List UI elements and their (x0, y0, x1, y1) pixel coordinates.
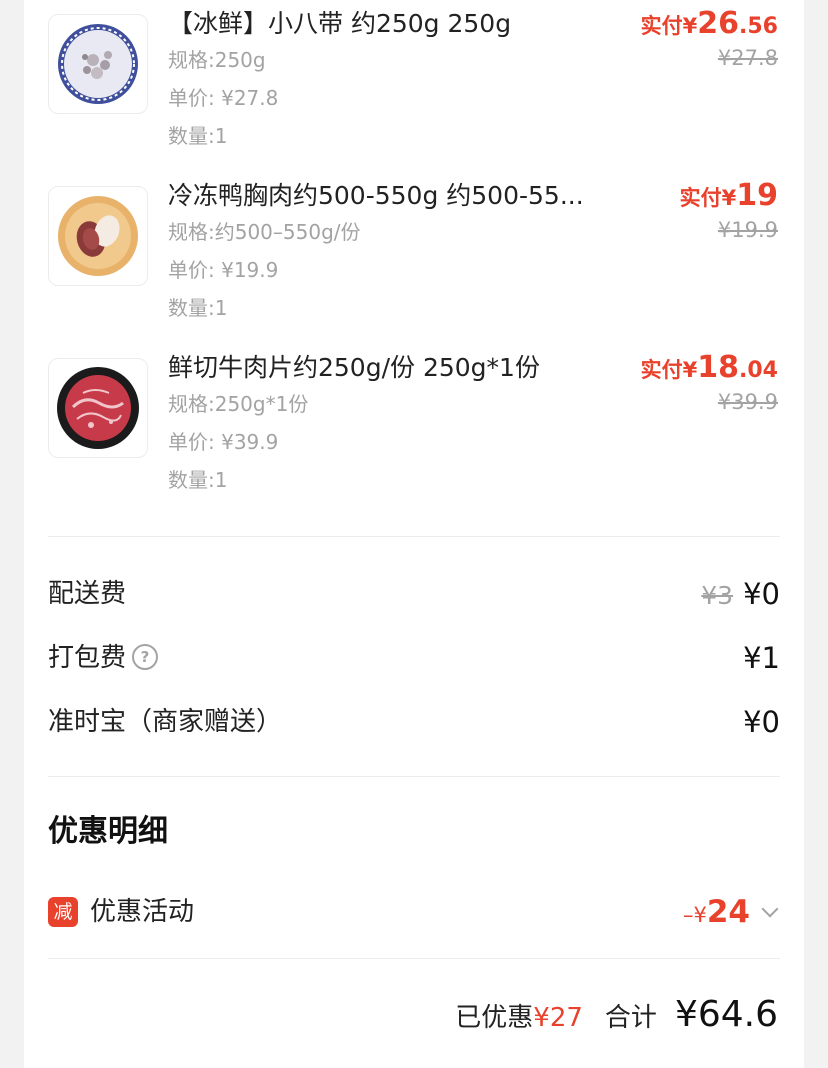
order-item[interactable]: 【冰鲜】小八带 约250g 250g 规格:250g 单价: ¥27.8 数量:… (24, 0, 804, 150)
saved-amount: ¥27 (533, 1003, 583, 1033)
section-divider (48, 958, 780, 959)
duck-breast-dish-icon (58, 196, 138, 276)
packaging-fee-label: 打包费 (48, 643, 127, 673)
delivery-fee-amount: ¥0 (743, 577, 780, 611)
product-spec: 规格:约500–550g/份 (168, 220, 361, 244)
paid-decimal: .56 (739, 14, 778, 39)
help-icon[interactable]: ? (132, 644, 159, 670)
discount-section-title: 优惠明细 (48, 814, 168, 849)
product-thumbnail[interactable] (48, 186, 148, 286)
section-divider (48, 536, 780, 537)
product-name[interactable]: 鲜切牛肉片约250g/份 250g*1份 (168, 350, 648, 386)
delivery-fee-row: 配送费 ¥3 ¥0 (48, 572, 780, 616)
delivery-fee-original: ¥3 (701, 581, 734, 610)
order-detail-card: 【冰鲜】小八带 约250g 250g 规格:250g 单价: ¥27.8 数量:… (24, 0, 804, 1068)
order-item[interactable]: 冷冻鸭胸肉约500-550g 约500-55... 规格:约500–550g/份… (24, 172, 804, 322)
ontime-guarantee-label: 准时宝（商家赠送） (48, 707, 283, 737)
product-spec: 规格:250g (168, 48, 266, 72)
ontime-guarantee-value: ¥0 (743, 705, 780, 739)
product-name[interactable]: 冷冻鸭胸肉约500-550g 约500-55... (168, 178, 648, 214)
promotion-label: 优惠活动 (90, 897, 195, 927)
octopus-dish-icon (58, 24, 138, 104)
paid-label: 实付 (640, 358, 683, 382)
paid-label: 实付 (679, 186, 722, 210)
discount-badge: 减 (48, 897, 78, 927)
original-price: ¥19.9 (717, 218, 778, 242)
paid-price: 实付¥18.04 (641, 350, 778, 390)
total-amount: ¥64.6 (674, 994, 778, 1035)
paid-price: 实付¥26.56 (641, 6, 778, 46)
promotion-number: 24 (706, 894, 750, 930)
packaging-fee-row: 打包费? ¥1 (48, 636, 780, 680)
paid-currency: ¥ (721, 186, 737, 210)
promotion-amount: –¥24 (683, 888, 750, 941)
original-price: ¥27.8 (717, 46, 778, 70)
product-spec: 规格:250g*1份 (168, 392, 309, 416)
original-price: ¥39.9 (717, 390, 778, 414)
product-quantity: 数量:1 (168, 124, 228, 148)
packaging-fee-label-wrap: 打包费? (48, 636, 159, 680)
ontime-guarantee-row: 准时宝（商家赠送） ¥0 (48, 700, 780, 744)
paid-currency: ¥ (682, 358, 698, 382)
paid-currency: ¥ (682, 14, 698, 38)
product-name[interactable]: 【冰鲜】小八带 约250g 250g (168, 6, 648, 42)
product-thumbnail[interactable] (48, 358, 148, 458)
packaging-fee-value: ¥1 (743, 641, 780, 675)
saved-label: 已优惠 (455, 1003, 534, 1033)
paid-price: 实付¥19 (680, 178, 778, 218)
paid-integer: 18 (697, 350, 740, 385)
order-total-row: 已优惠¥27 合计 ¥64.6 (455, 990, 778, 1040)
order-item[interactable]: 鲜切牛肉片约250g/份 250g*1份 规格:250g*1份 单价: ¥39.… (24, 344, 804, 494)
delivery-fee-value: ¥3 ¥0 (701, 572, 780, 618)
product-quantity: 数量:1 (168, 468, 228, 492)
product-quantity: 数量:1 (168, 296, 228, 320)
product-thumbnail[interactable] (48, 14, 148, 114)
delivery-fee-label: 配送费 (48, 579, 127, 609)
product-unit-price: 单价: ¥27.8 (168, 86, 279, 110)
product-unit-price: 单价: ¥19.9 (168, 258, 279, 282)
promotion-row[interactable]: 减 优惠活动 –¥24 (48, 888, 780, 936)
total-label: 合计 (604, 1003, 657, 1033)
paid-integer: 26 (697, 6, 740, 41)
chevron-down-icon[interactable] (761, 900, 779, 918)
promotion-prefix: –¥ (682, 903, 707, 927)
beef-slices-dish-icon (57, 367, 139, 449)
paid-decimal: .04 (739, 358, 778, 383)
section-divider (48, 776, 780, 777)
product-unit-price: 单价: ¥39.9 (168, 430, 279, 454)
paid-label: 实付 (640, 14, 683, 38)
paid-integer: 19 (736, 178, 778, 213)
